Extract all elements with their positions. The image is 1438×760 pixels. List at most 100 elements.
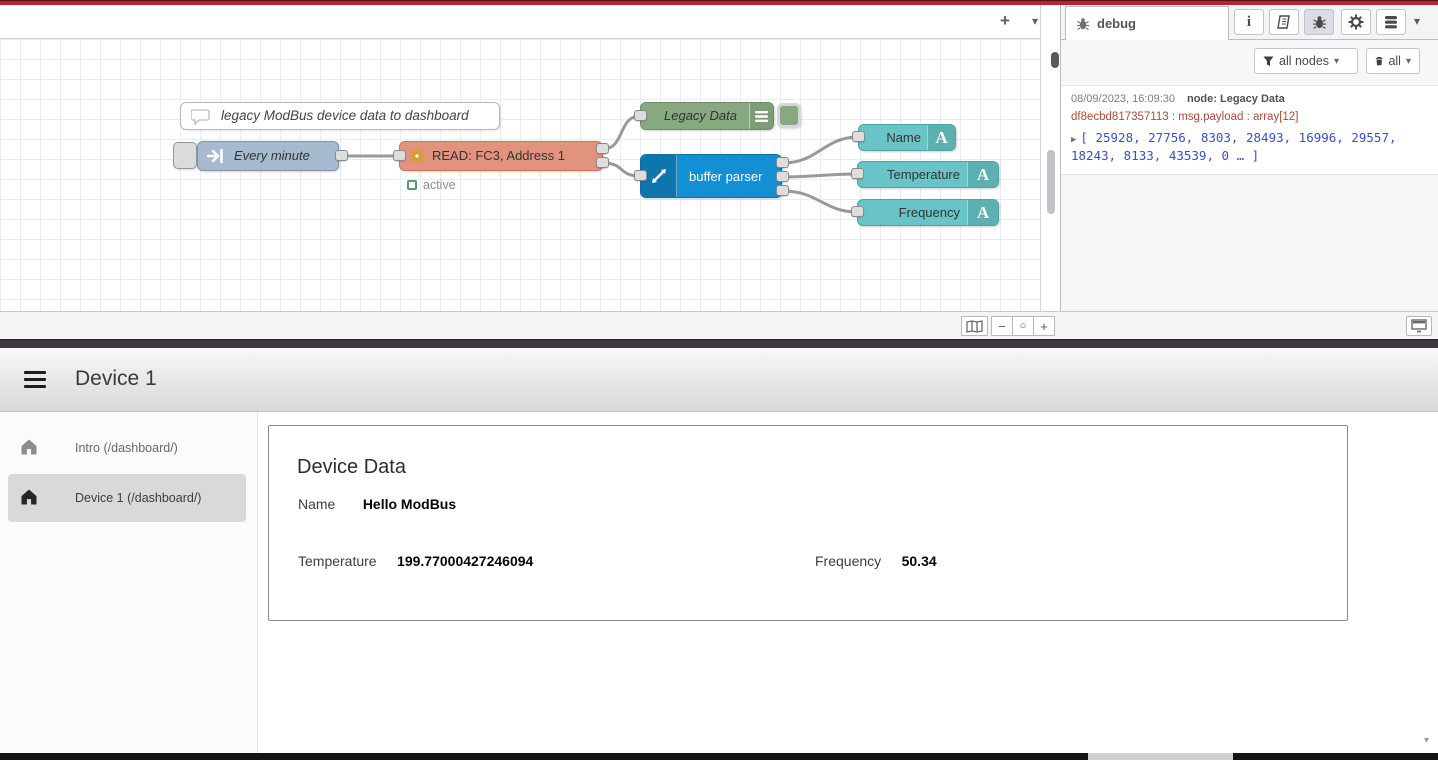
field-frequency: Frequency 50.34 <box>815 553 937 571</box>
debug-enable-toggle[interactable] <box>777 103 801 128</box>
debug-toolbar: all nodes ▾ all ▾ <box>1061 40 1438 80</box>
field-value: 50.34 <box>902 553 937 569</box>
database-icon <box>1384 15 1398 30</box>
debug-tab-button[interactable] <box>1304 9 1334 35</box>
buffer-output-port-3[interactable] <box>776 185 789 196</box>
caret-down-icon: ▾ <box>1334 56 1339 67</box>
menu-button[interactable] <box>24 371 46 388</box>
taskbar-edge <box>0 753 1438 760</box>
bug-icon <box>1312 15 1327 30</box>
modbus-output-port-2[interactable] <box>596 157 609 168</box>
filter-nodes-button[interactable]: all nodes ▾ <box>1254 48 1358 74</box>
modbus-input-port[interactable] <box>393 150 406 161</box>
wire[interactable] <box>783 174 857 177</box>
frequency-input-port[interactable] <box>851 206 864 217</box>
buffer-parser-node[interactable]: buffer parser <box>640 154 782 198</box>
zoom-reset-button[interactable]: ○ <box>1012 316 1034 336</box>
tab-debug-label: debug <box>1097 16 1136 31</box>
ui-text-label: Temperature <box>887 167 960 182</box>
wire[interactable] <box>783 191 857 212</box>
config-nodes-button[interactable] <box>1341 9 1371 35</box>
zoom-in-button[interactable]: + <box>1033 316 1055 336</box>
sidebar-tab-row: debug i ▾ <box>1061 5 1438 40</box>
temperature-input-port[interactable] <box>851 168 864 179</box>
ui-text-node-name[interactable]: Name A <box>858 124 956 151</box>
field-label: Temperature <box>298 553 377 569</box>
payload-line-1: [ 25928, 27756, 8303, 28493, 16996, 2955… <box>1080 130 1396 145</box>
navigator-button[interactable] <box>961 316 988 336</box>
caret-down-icon: ▾ <box>1406 56 1411 67</box>
debug-message[interactable]: 08/09/2023, 16:09:30node: Legacy Data df… <box>1061 85 1438 175</box>
expand-payload-icon[interactable]: ▶ <box>1071 135 1076 145</box>
taskbar-segment <box>1088 753 1233 760</box>
nav-label: Device 1 (/dashboard/) <box>75 491 201 505</box>
comment-label: legacy ModBus device data to dashboard <box>221 108 469 123</box>
inject-output-port[interactable] <box>335 150 348 161</box>
open-debug-window-button[interactable] <box>1406 316 1432 336</box>
clear-label: all <box>1388 54 1401 68</box>
message-timestamp: 08/09/2023, 16:09:30 <box>1071 93 1175 105</box>
clear-messages-button[interactable]: all ▾ <box>1366 48 1420 74</box>
window-divider <box>0 339 1438 348</box>
trash-icon <box>1375 55 1383 67</box>
buffer-input-port[interactable] <box>634 170 647 181</box>
debug-list-icon <box>749 103 773 129</box>
dashboard-nav: Intro (/dashboard/) Device 1 (/dashboard… <box>0 412 258 753</box>
ui-text-node-frequency[interactable]: Frequency A <box>857 199 999 226</box>
nav-item-device-1[interactable]: Device 1 (/dashboard/) <box>0 474 258 522</box>
card-title: Device Data <box>297 456 406 479</box>
modbus-gear-icon <box>404 142 430 170</box>
debug-sidebar: debug i ▾ <box>1060 5 1438 311</box>
monitor-icon <box>1411 319 1427 333</box>
name-input-port[interactable] <box>852 131 865 142</box>
speech-bubble-icon <box>187 103 215 129</box>
debug-node-label: Legacy Data <box>664 108 737 123</box>
nav-item-intro[interactable]: Intro (/dashboard/) <box>0 424 258 472</box>
scrollbar-down-arrow[interactable]: ▾ <box>1424 735 1429 746</box>
buffer-output-port-1[interactable] <box>776 157 789 168</box>
flow-canvas[interactable]: legacy ModBus device data to dashboard E… <box>0 39 1040 311</box>
info-tab-button[interactable]: i <box>1234 9 1264 35</box>
status-text: active <box>423 178 456 192</box>
zoom-out-button[interactable]: − <box>991 316 1013 336</box>
field-value: Hello ModBus <box>363 496 456 512</box>
ui-text-label: Name <box>886 130 921 145</box>
device-data-card: Device Data Name Hello ModBus Temperatur… <box>268 425 1348 621</box>
ui-text-node-temperature[interactable]: Temperature A <box>857 161 999 188</box>
help-tab-button[interactable] <box>1269 9 1299 35</box>
status-ok-icon <box>407 180 417 190</box>
book-icon <box>1276 15 1292 29</box>
field-label: Name <box>298 496 335 512</box>
context-data-button[interactable] <box>1376 9 1406 35</box>
home-icon <box>19 487 39 507</box>
add-flow-button[interactable]: + <box>992 9 1018 33</box>
message-node-ref: node: Legacy Data <box>1187 93 1285 105</box>
dashboard-title: Device 1 <box>75 367 157 391</box>
inject-label: Every minute <box>234 148 310 163</box>
comment-node[interactable]: legacy ModBus device data to dashboard <box>180 102 500 130</box>
gear-icon <box>1348 14 1364 30</box>
buffer-output-port-2[interactable] <box>776 171 789 182</box>
field-value: 199.77000427246094 <box>397 553 533 569</box>
sidebar-resize-handle[interactable] <box>1051 52 1059 68</box>
filter-label: all nodes <box>1279 54 1329 68</box>
sidebar-menu-caret[interactable]: ▾ <box>1414 14 1420 28</box>
debug-node-legacy-data[interactable]: Legacy Data <box>640 102 774 130</box>
tab-debug[interactable]: debug <box>1065 6 1229 40</box>
text-a-icon: A <box>967 162 998 187</box>
inject-node[interactable]: Every minute <box>197 141 339 171</box>
modbus-output-port-1[interactable] <box>596 143 609 154</box>
info-icon: i <box>1247 14 1251 31</box>
text-a-icon: A <box>967 200 998 225</box>
text-a-icon: A <box>927 125 955 150</box>
vertical-scrollbar-thumb[interactable] <box>1047 150 1055 214</box>
home-icon <box>19 437 39 457</box>
workspace-tab-strip: + ▾ <box>0 5 1040 39</box>
legacy-input-port[interactable] <box>634 110 647 121</box>
nav-label: Intro (/dashboard/) <box>75 441 178 455</box>
inject-trigger-button[interactable] <box>173 142 197 169</box>
modbus-status: active <box>407 178 456 192</box>
field-temperature: Temperature 199.77000427246094 <box>298 553 533 571</box>
wire[interactable] <box>783 137 858 163</box>
modbus-read-node[interactable]: READ: FC3, Address 1 <box>399 141 603 171</box>
